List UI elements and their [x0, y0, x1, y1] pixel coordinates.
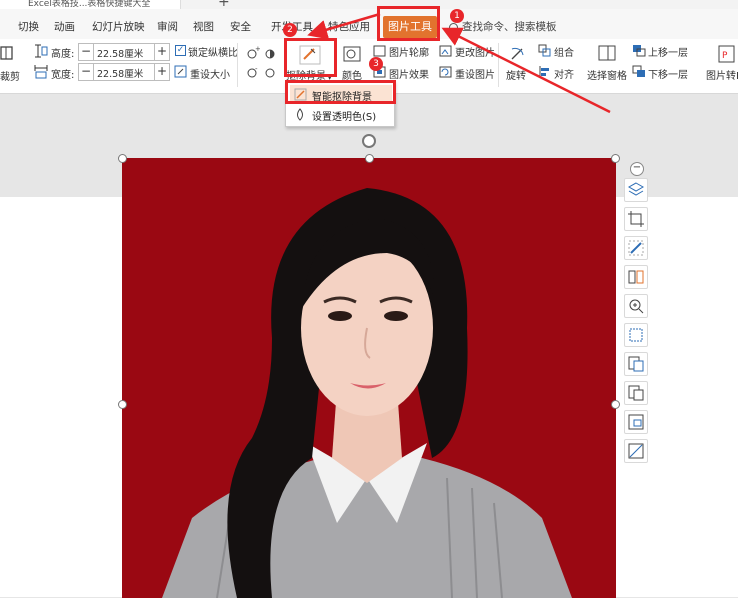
annotation-arrows [307, 12, 611, 114]
step-3-badge: 3 [369, 57, 383, 71]
step-1-badge: 1 [450, 9, 464, 23]
step-2-badge: 2 [283, 23, 297, 37]
